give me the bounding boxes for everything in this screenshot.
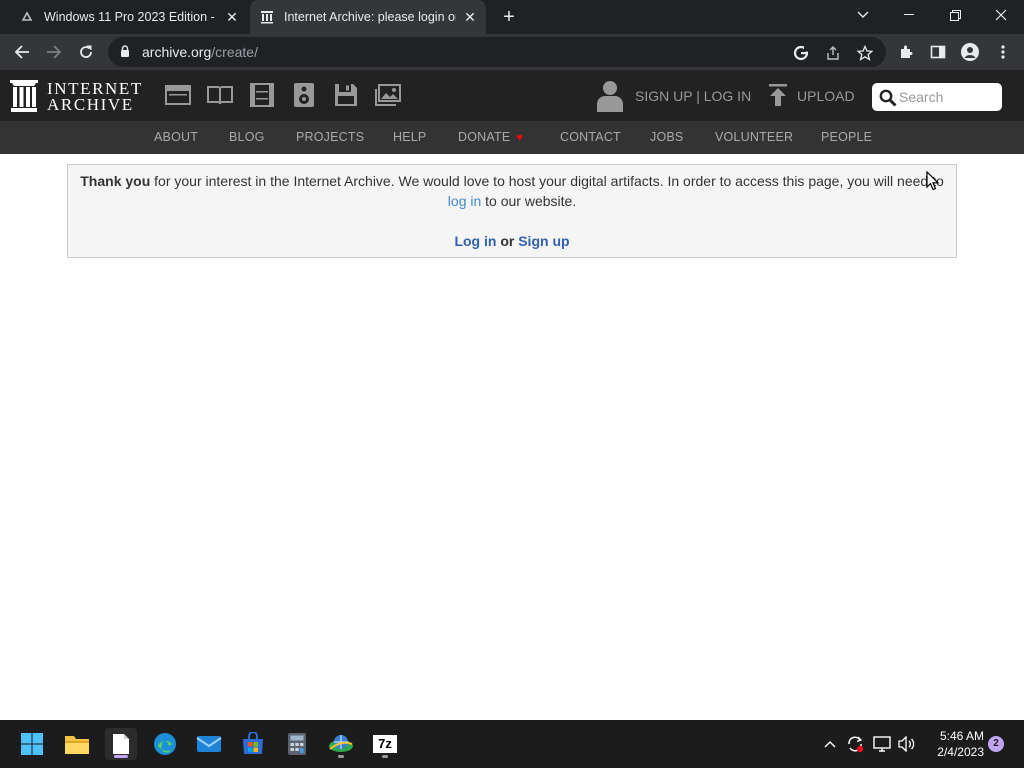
notice-thank-you: Thank you [80, 173, 151, 189]
active-app-indicator [114, 755, 128, 758]
google-icon[interactable] [792, 44, 810, 62]
login-link[interactable]: Log in [454, 233, 496, 249]
side-panel-icon[interactable] [928, 42, 948, 62]
extensions-icon[interactable] [896, 42, 916, 62]
url-text: archive.org/create/ [142, 44, 258, 60]
logo-line2: ARCHIVE [47, 95, 134, 114]
url-path: /create/ [211, 44, 258, 60]
images-icon[interactable] [375, 82, 401, 108]
mouse-cursor-icon [926, 170, 940, 196]
share-icon[interactable] [824, 44, 842, 62]
nav-donate[interactable]: DONATE ♥ [458, 130, 523, 144]
or-text: or [496, 233, 519, 249]
nav-about[interactable]: ABOUT [154, 130, 198, 144]
software-icon[interactable] [333, 82, 359, 108]
signup-login-link[interactable]: SIGN UP | LOG IN [635, 88, 751, 104]
ia-logo[interactable]: INTERNET ARCHIVE [10, 79, 144, 117]
tab-windows11[interactable]: Windows 11 Pro 2023 Edition - C ✕ [0, 0, 248, 34]
user-icon[interactable] [596, 80, 624, 112]
nav-people[interactable]: PEOPLE [821, 130, 872, 144]
texts-icon[interactable] [207, 82, 233, 108]
network-icon[interactable] [872, 734, 892, 754]
new-tab-button[interactable]: + [499, 7, 519, 27]
chevron-up-icon[interactable] [820, 734, 840, 754]
ia-search-box [872, 83, 1002, 111]
nav-contact[interactable]: CONTACT [560, 130, 621, 144]
clock-date: 2/4/2023 [937, 745, 984, 759]
minimize-icon[interactable] [886, 0, 932, 30]
network-app-icon[interactable] [325, 728, 357, 760]
notification-badge[interactable]: 2 [988, 736, 1004, 752]
running-app-indicator [338, 755, 344, 758]
url-domain: archive.org [142, 44, 212, 60]
restore-icon[interactable] [932, 0, 978, 30]
running-app-indicator [382, 755, 388, 758]
notice-text-before: for your interest in the Internet Archiv… [150, 173, 944, 189]
lock-icon [120, 45, 130, 63]
search-icon[interactable] [879, 89, 897, 112]
nav-help[interactable]: HELP [393, 130, 426, 144]
nav-donate-label: DONATE [458, 130, 511, 144]
forward-icon[interactable] [42, 40, 66, 64]
tab-search-icon[interactable] [840, 0, 886, 30]
browser-tab-strip: Windows 11 Pro 2023 Edition - C ✕ Intern… [0, 0, 1024, 34]
tab-title: Internet Archive: please login or j [284, 10, 456, 24]
address-bar[interactable]: archive.org/create/ [108, 37, 886, 67]
upload-icon[interactable] [768, 84, 788, 111]
mail-icon[interactable] [193, 728, 225, 760]
nav-blog[interactable]: BLOG [229, 130, 265, 144]
notice-message: Thank you for your interest in the Inter… [68, 171, 956, 211]
ia-header: INTERNET ARCHIVE SIGN UP | LOG IN UPLOAD [0, 70, 1024, 121]
notice-actions: Log in or Sign up [68, 231, 956, 251]
7zip-icon[interactable]: 7z [369, 728, 401, 760]
upload-link[interactable]: UPLOAD [797, 88, 855, 104]
browser-toolbar: archive.org/create/ [0, 34, 1024, 70]
site-favicon-icon [20, 10, 34, 24]
tab-close-icon[interactable]: ✕ [224, 9, 240, 25]
signup-link[interactable]: Sign up [518, 233, 569, 249]
7zip-label: 7z [373, 735, 397, 753]
ia-nav-bar: ABOUT BLOG PROJECTS HELP DONATE ♥ CONTACT… [0, 121, 1024, 154]
back-icon[interactable] [10, 40, 34, 64]
store-icon[interactable] [237, 728, 269, 760]
volume-icon[interactable] [897, 734, 917, 754]
audio-icon[interactable] [291, 82, 317, 108]
nav-projects[interactable]: PROJECTS [296, 130, 364, 144]
kebab-menu-icon[interactable] [993, 42, 1013, 62]
taskbar-clock[interactable]: 5:46 AM 2/4/2023 [926, 728, 984, 760]
archive-favicon-icon [260, 10, 274, 24]
search-input[interactable] [899, 87, 997, 107]
bookmark-star-icon[interactable] [856, 44, 874, 62]
tab-close-icon[interactable]: ✕ [462, 9, 478, 25]
close-window-icon[interactable] [978, 0, 1024, 30]
inline-login-link[interactable]: log in [448, 193, 481, 209]
notepad-icon[interactable] [105, 728, 137, 760]
start-icon[interactable] [16, 728, 48, 760]
login-required-notice: Thank you for your interest in the Inter… [67, 164, 957, 258]
video-icon[interactable] [249, 82, 275, 108]
file-explorer-icon[interactable] [61, 728, 93, 760]
reload-icon[interactable] [74, 40, 98, 64]
nav-jobs[interactable]: JOBS [650, 130, 683, 144]
tab-title: Windows 11 Pro 2023 Edition - C [44, 10, 216, 24]
archive-building-icon [10, 80, 38, 117]
sync-icon[interactable] [845, 734, 865, 754]
edge-icon[interactable] [149, 728, 181, 760]
web-icon[interactable] [165, 82, 191, 108]
nav-volunteer[interactable]: VOLUNTEER [715, 130, 793, 144]
windows-taskbar: 7z 5:46 AM 2/4/2023 2 [0, 720, 1024, 768]
notice-text-after: to our website. [481, 193, 577, 209]
calculator-icon[interactable] [281, 728, 313, 760]
tab-internet-archive[interactable]: Internet Archive: please login or j ✕ [250, 0, 486, 34]
clock-time: 5:46 AM [939, 729, 984, 743]
heart-icon: ♥ [516, 132, 524, 144]
profile-icon[interactable] [960, 42, 980, 62]
